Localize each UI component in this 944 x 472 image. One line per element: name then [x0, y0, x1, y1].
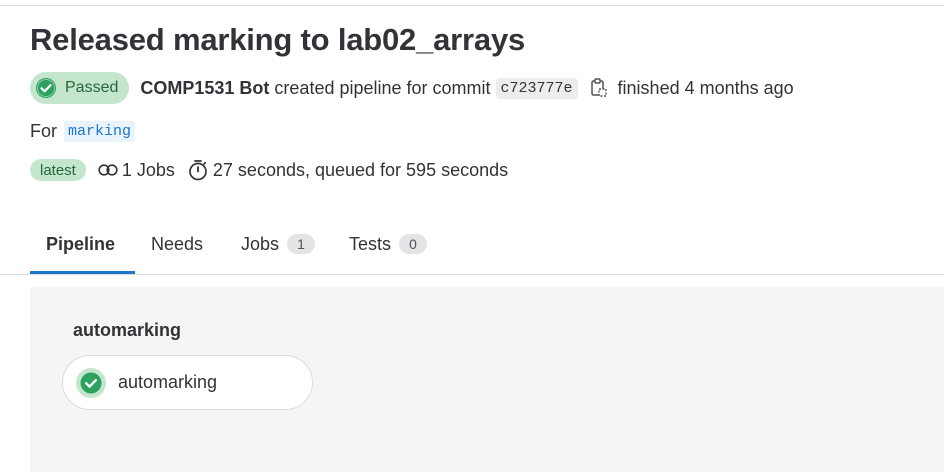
page-title: Released marking to lab02_arrays	[30, 22, 526, 57]
top-divider	[0, 5, 944, 6]
stage-title: automarking	[73, 320, 182, 340]
tab-tests-label: Tests	[349, 233, 392, 254]
tab-needs[interactable]: Needs	[151, 214, 203, 274]
tab-jobs[interactable]: Jobs 1	[241, 214, 316, 274]
tab-tests[interactable]: Tests 0	[349, 214, 428, 274]
latest-badge: latest	[30, 159, 86, 181]
ref-row: For marking	[30, 119, 136, 143]
status-label: Passed	[65, 79, 119, 96]
status-badge[interactable]: Passed	[30, 72, 130, 104]
check-circle-icon	[36, 78, 56, 98]
finished-text: finished 4 months ago	[617, 77, 794, 98]
tab-needs-label: Needs	[151, 233, 204, 254]
tab-pipeline-label: Pipeline	[46, 233, 116, 254]
created-text: created pipeline for commit	[274, 77, 491, 98]
job-item[interactable]: automarking	[62, 355, 313, 410]
check-circle-icon	[76, 367, 106, 398]
tab-jobs-label: Jobs	[241, 233, 280, 254]
pipeline-graph: automarking automarking	[30, 287, 944, 472]
jobs-count-badge: 1	[287, 234, 316, 254]
tab-pipeline[interactable]: Pipeline	[46, 214, 115, 274]
jobs-link-icon	[98, 164, 118, 176]
jobs-count: 1 Jobs	[121, 159, 175, 180]
stopwatch-icon	[189, 160, 207, 181]
job-name: automarking	[118, 372, 218, 392]
ref-link[interactable]: marking	[64, 120, 136, 142]
tests-count-badge: 0	[399, 234, 428, 254]
pipeline-stats: latest 1 Jobs 27 seconds, queued for 595…	[30, 157, 508, 183]
commit-sha[interactable]: c723777e	[495, 77, 578, 99]
pipeline-tabs: Pipeline Needs Jobs 1 Tests 0	[0, 214, 944, 275]
pipeline-meta: Passed COMP1531 Bot created pipeline for…	[30, 72, 794, 104]
duration-text: 27 seconds, queued for 595 seconds	[212, 159, 509, 180]
for-label: For	[30, 120, 57, 141]
clipboard-copy-icon[interactable]	[590, 78, 608, 98]
author-link[interactable]: COMP1531 Bot	[140, 78, 269, 99]
active-tab-indicator	[30, 271, 135, 274]
